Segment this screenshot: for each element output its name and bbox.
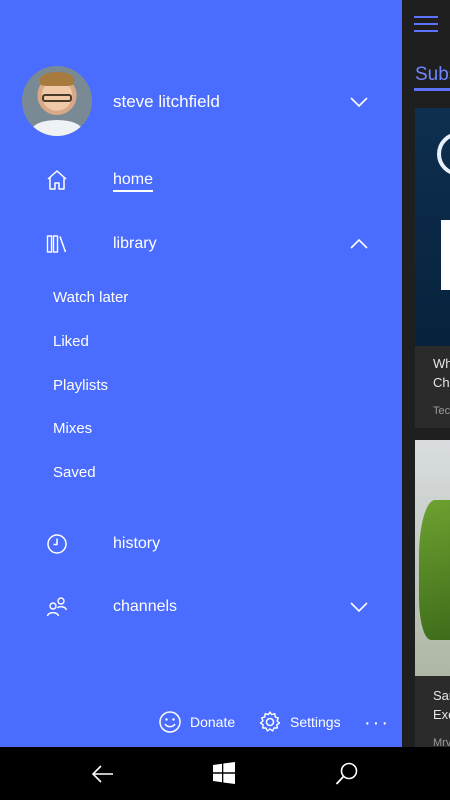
chevron-down-icon[interactable] — [350, 602, 368, 612]
tab-subscriptions[interactable]: Subs — [415, 64, 450, 86]
video-channel: Mrv — [433, 737, 450, 747]
video-card[interactable]: Wh Chr Tec — [415, 108, 450, 428]
system-navigation-bar — [0, 747, 450, 800]
avatar — [22, 66, 92, 136]
library-item-watch-later[interactable]: Watch later — [53, 289, 128, 306]
nav-label-library: library — [113, 235, 157, 252]
nav-item-library[interactable]: library — [0, 224, 402, 264]
settings-button[interactable]: Settings — [258, 702, 341, 742]
video-card[interactable]: Sar Exc Mrv — [415, 440, 450, 747]
settings-label: Settings — [290, 714, 341, 730]
video-channel: Tec — [433, 405, 450, 417]
back-arrow-icon[interactable] — [90, 761, 116, 787]
profile-name: steve litchfield — [113, 92, 220, 111]
content-pane: Subs Wh Chr Tec Sar Exc Mrv — [402, 0, 450, 747]
smiley-icon — [158, 710, 182, 734]
search-icon[interactable] — [334, 761, 360, 787]
nav-label-channels: channels — [113, 598, 178, 615]
nav-label-home: home — [113, 171, 154, 192]
chevron-up-icon[interactable] — [350, 239, 368, 249]
clock-icon — [46, 533, 68, 555]
navigation-pane: steve litchfield home library Watch late… — [0, 0, 402, 747]
people-icon — [46, 596, 68, 618]
video-title-line: Chr — [433, 375, 450, 390]
chevron-down-icon[interactable] — [350, 97, 368, 107]
nav-item-channels[interactable]: channels — [0, 587, 402, 627]
video-thumbnail — [415, 440, 450, 676]
hamburger-icon[interactable] — [414, 16, 438, 34]
video-thumbnail — [415, 108, 450, 346]
donate-button[interactable]: Donate — [158, 702, 235, 742]
nav-footer: Donate Settings ··· — [0, 702, 402, 742]
library-icon — [46, 233, 68, 255]
library-item-mixes[interactable]: Mixes — [53, 420, 92, 437]
nav-item-history[interactable]: history — [0, 524, 402, 564]
windows-icon[interactable] — [212, 761, 238, 787]
video-title-line: Exc — [433, 707, 450, 722]
home-icon — [46, 169, 68, 191]
library-item-playlists[interactable]: Playlists — [53, 377, 108, 394]
nav-label-history: history — [113, 535, 161, 552]
nav-item-home[interactable]: home — [0, 160, 402, 200]
video-title-line: Sar — [433, 688, 450, 703]
tab-underline — [414, 88, 450, 91]
library-item-liked[interactable]: Liked — [53, 333, 89, 350]
profile-row[interactable]: steve litchfield — [0, 66, 402, 138]
gear-icon — [258, 710, 282, 734]
donate-label: Donate — [190, 714, 236, 730]
more-options-button[interactable]: ··· — [364, 712, 390, 735]
library-item-saved[interactable]: Saved — [53, 464, 96, 481]
video-title-line: Wh — [433, 356, 450, 371]
